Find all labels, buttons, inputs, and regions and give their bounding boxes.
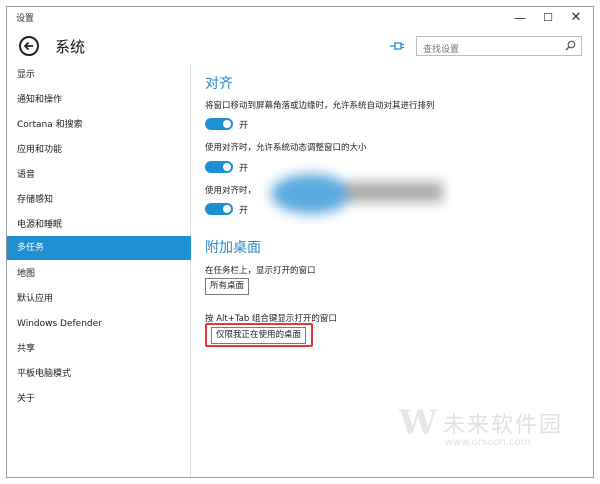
- sidebar: 显示 通知和操作 Cortana 和搜索 应用和功能 语音 存储感知 电源和睡眠…: [7, 63, 191, 477]
- search-input[interactable]: [417, 41, 557, 59]
- search-box[interactable]: [416, 36, 582, 59]
- toggle-state: 开: [239, 121, 249, 131]
- watermark: W 未来软件园 www.orsoon.com: [399, 401, 575, 461]
- desktops-heading: 附加桌面: [205, 240, 261, 256]
- page-title: 系统: [55, 38, 86, 56]
- blurred-overlay: [271, 174, 443, 214]
- watermark-name: 未来软件园: [443, 413, 564, 438]
- sidebar-item-apps[interactable]: 应用和功能: [7, 138, 191, 162]
- sidebar-item-maps[interactable]: 地图: [7, 262, 191, 286]
- pin-icon[interactable]: [389, 39, 405, 53]
- app-header: 系统: [7, 29, 593, 63]
- settings-window: 设置 — ☐ ✕ 系统 显示 通知和操作 Cortana 和搜索 应用和功能 语…: [6, 6, 594, 478]
- toggle-state: 开: [239, 164, 249, 174]
- sidebar-item-display[interactable]: 显示: [7, 63, 191, 87]
- search-icon[interactable]: [565, 40, 576, 51]
- snap-toggle[interactable]: [205, 161, 233, 173]
- snap-toggle[interactable]: [205, 118, 233, 130]
- watermark-url: www.orsoon.com: [445, 437, 531, 448]
- title-bar: 设置 — ☐ ✕: [7, 7, 593, 29]
- sidebar-item-storage[interactable]: 存储感知: [7, 188, 191, 212]
- snap-option-label: 使用对齐时，: [205, 186, 257, 196]
- sidebar-item-power[interactable]: 电源和睡眠: [7, 213, 191, 237]
- close-icon[interactable]: ✕: [563, 7, 589, 29]
- back-button[interactable]: [19, 36, 39, 56]
- sidebar-item-default-apps[interactable]: 默认应用: [7, 287, 191, 311]
- sidebar-item-defender[interactable]: Windows Defender: [7, 312, 191, 336]
- alttab-desktop-dropdown[interactable]: 仅限我正在使用的桌面: [211, 327, 307, 344]
- toggle-state: 开: [239, 206, 249, 216]
- sidebar-item-multitasking[interactable]: 多任务: [7, 236, 191, 260]
- snap-toggle[interactable]: [205, 203, 233, 215]
- sidebar-item-about[interactable]: 关于: [7, 387, 191, 411]
- minimize-icon[interactable]: —: [507, 7, 533, 29]
- sidebar-item-speech[interactable]: 语音: [7, 163, 191, 187]
- sidebar-item-share[interactable]: 共享: [7, 337, 191, 361]
- snap-option-label: 使用对齐时，允许系统动态调整窗口的大小: [205, 143, 367, 153]
- sidebar-item-tablet-mode[interactable]: 平板电脑模式: [7, 362, 191, 386]
- taskbar-desktop-dropdown[interactable]: 所有桌面: [205, 278, 250, 295]
- sidebar-item-cortana[interactable]: Cortana 和搜索: [7, 113, 191, 137]
- watermark-logo-icon: W: [399, 403, 438, 443]
- arrow-left-icon: [23, 41, 33, 51]
- taskbar-option-label: 在任务栏上，显示打开的窗口: [205, 266, 316, 276]
- snap-option-label: 将窗口移动到屏幕角落或边缘时，允许系统自动对其进行排列: [205, 101, 435, 111]
- sidebar-item-notifications[interactable]: 通知和操作: [7, 88, 191, 112]
- window-title: 设置: [16, 14, 35, 24]
- maximize-icon[interactable]: ☐: [535, 7, 561, 29]
- snap-heading: 对齐: [205, 76, 233, 92]
